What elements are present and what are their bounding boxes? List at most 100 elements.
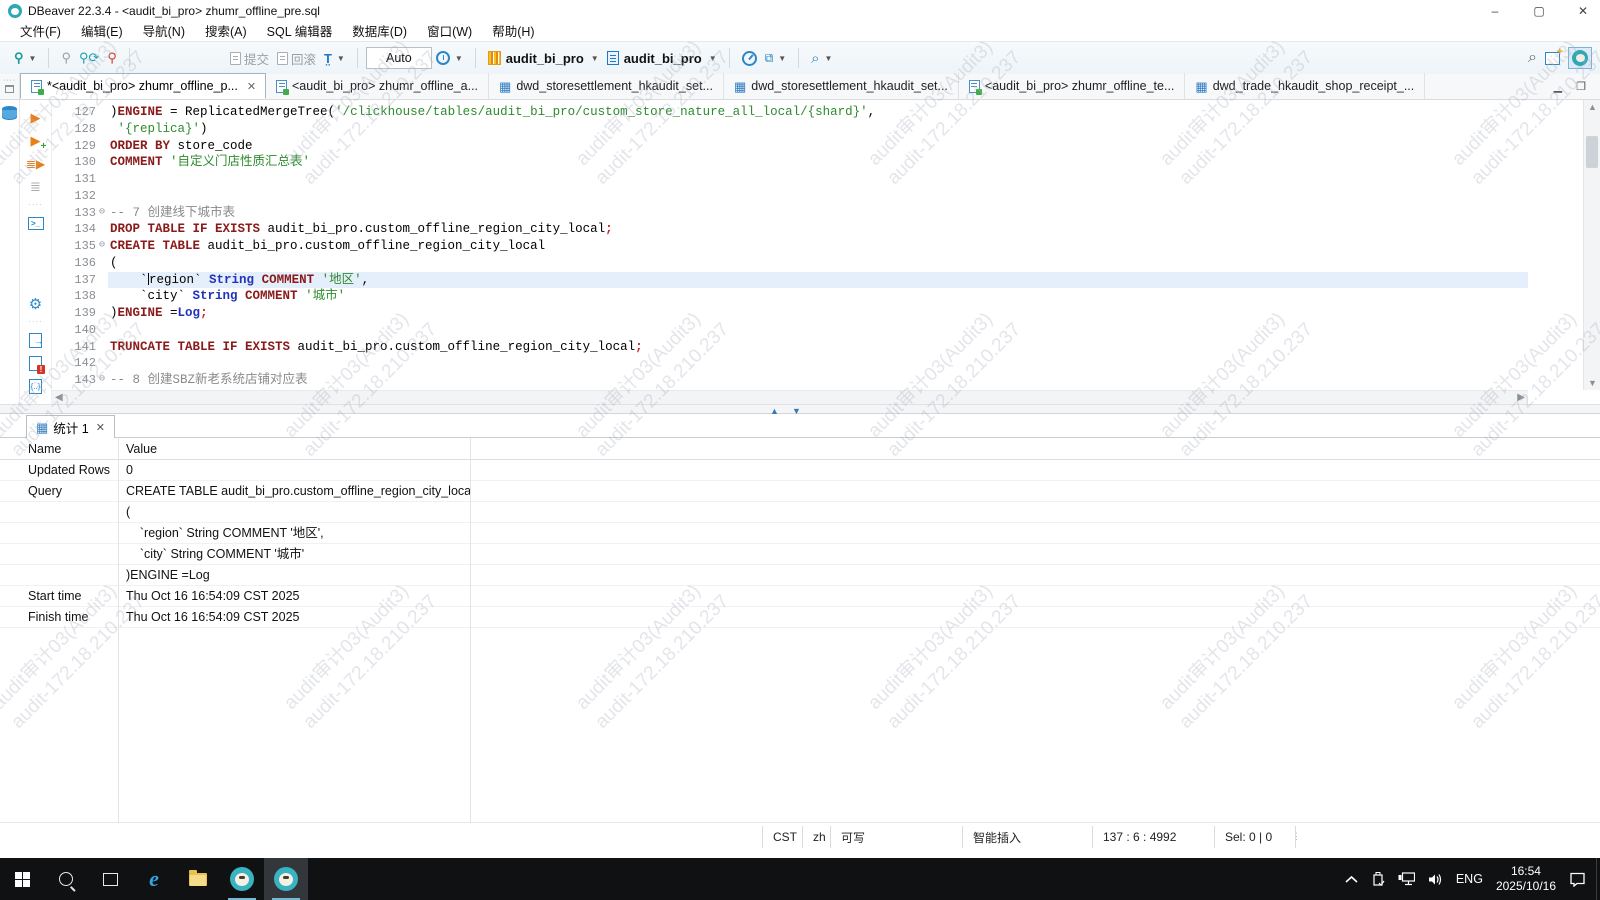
start-button[interactable] <box>0 858 44 900</box>
tab-statistics[interactable]: ▦ 统计 1 ✕ <box>26 415 115 438</box>
taskbar-clock[interactable]: 16:54 2025/10/16 <box>1496 864 1556 894</box>
close-icon[interactable]: ✕ <box>247 80 256 93</box>
status-item-4[interactable]: 137 : 6 : 4992 <box>1092 826 1214 848</box>
dbeaver-taskbar-button-active[interactable] <box>264 858 308 900</box>
scroll-down-icon[interactable]: ▼ <box>1584 378 1600 388</box>
transaction-log-button[interactable]: ▼ <box>432 49 467 67</box>
scroll-right-icon[interactable]: ▶ <box>1517 392 1525 403</box>
menu-item-3[interactable]: 搜索(A) <box>195 22 257 42</box>
close-icon[interactable]: ✕ <box>96 421 105 434</box>
open-perspective-icon[interactable] <box>1545 52 1560 65</box>
editor-tab-5[interactable]: ▦dwd_trade_hkaudit_shop_receipt_... <box>1185 73 1425 99</box>
new-connection-button[interactable]: ⚲▼ <box>10 48 40 68</box>
status-item-3[interactable]: 智能插入 <box>962 826 1092 848</box>
database-selector[interactable]: audit_bi_pro▼ <box>484 49 603 68</box>
volume-icon[interactable] <box>1428 873 1443 886</box>
commit-mode-auto-button[interactable]: Auto <box>366 47 432 69</box>
editor-tab-4[interactable]: <audit_bi_pro> zhumr_offline_te... <box>959 73 1185 99</box>
maximize-button[interactable]: ▢ <box>1532 4 1546 18</box>
explain-plan-button[interactable]: ≣ <box>25 177 47 197</box>
fold-collapse-icon[interactable]: ⊖ <box>96 372 108 389</box>
dbeaver-icon <box>274 867 298 891</box>
editor-tab-2[interactable]: ▦dwd_storesettlement_hkaudit_set... <box>489 73 724 99</box>
action-center-icon[interactable] <box>1569 872 1586 887</box>
sql-search-button[interactable]: ⌕▼ <box>807 48 836 69</box>
minimize-button[interactable]: – <box>1488 4 1502 18</box>
dbeaver-perspective-button[interactable] <box>1568 47 1592 69</box>
schema-selector[interactable]: audit_bi_pro▼ <box>603 49 721 68</box>
usb-device-icon[interactable] <box>1371 872 1385 887</box>
file-explorer-button[interactable] <box>176 858 220 900</box>
execute-statement-button[interactable]: ▶ <box>25 108 47 128</box>
search-icon <box>59 872 73 886</box>
database-navigator-icon[interactable] <box>2 106 17 120</box>
dashboard-button[interactable] <box>738 49 761 68</box>
menu-item-2[interactable]: 导航(N) <box>133 22 195 42</box>
stats-row[interactable]: Updated Rows0 <box>0 460 1600 481</box>
tray-expand-chevron-icon[interactable] <box>1345 875 1358 884</box>
fold-gutter <box>96 154 108 171</box>
minimize-editor-icon[interactable]: ▁ <box>1554 80 1562 93</box>
dbeaver-taskbar-button[interactable] <box>220 858 264 900</box>
reconnect-button[interactable]: ⚲⟳ <box>75 48 103 68</box>
chevron-down-icon: ▼ <box>825 54 833 63</box>
open-console-button[interactable]: >_ <box>25 213 47 233</box>
stats-row[interactable]: Start timeThu Oct 16 16:54:09 CST 2025 <box>0 586 1600 607</box>
transaction-mode-button[interactable]: T̤▼ <box>320 49 349 68</box>
task-view-button[interactable] <box>88 858 132 900</box>
disconnect-button[interactable]: ⚲ <box>103 48 121 68</box>
menu-item-5[interactable]: 数据库(D) <box>342 22 417 42</box>
quick-access-search-icon[interactable]: ⌕ <box>1528 49 1537 67</box>
validate-script-button[interactable] <box>25 353 47 373</box>
editor-tab-0[interactable]: *<audit_bi_pro> zhumr_offline_p...✕ <box>20 73 266 99</box>
stats-row[interactable]: )ENGINE =Log <box>0 565 1600 586</box>
menu-item-0[interactable]: 文件(F) <box>10 22 71 42</box>
status-item-5[interactable]: Sel: 0 | 0 <box>1214 826 1296 848</box>
status-item-0[interactable]: CST <box>762 826 802 848</box>
network-icon[interactable] <box>1398 872 1415 886</box>
horizontal-scrollbar[interactable]: ◀ ▶ <box>52 390 1528 404</box>
menu-item-1[interactable]: 编辑(E) <box>71 22 133 42</box>
scroll-left-icon[interactable]: ◀ <box>55 392 63 403</box>
stats-row[interactable]: Finish timeThu Oct 16 16:54:09 CST 2025 <box>0 607 1600 628</box>
menu-item-7[interactable]: 帮助(H) <box>482 22 544 42</box>
vertical-scrollbar[interactable]: ▲ ▼ <box>1583 100 1600 390</box>
export-resultset-button[interactable] <box>25 330 47 350</box>
stats-row[interactable]: `region` String COMMENT '地区', <box>0 523 1600 544</box>
menu-item-6[interactable]: 窗口(W) <box>417 22 482 42</box>
panel-splitter[interactable]: ▲ ▼ <box>0 404 1600 414</box>
stats-row[interactable]: `city` String COMMENT '城市' <box>0 544 1600 565</box>
editor-settings-button[interactable]: ⚙ <box>25 294 47 314</box>
stats-value-cell: `city` String COMMENT '城市' <box>118 544 470 564</box>
commit-button[interactable]: 提交 <box>226 47 273 70</box>
fold-collapse-icon[interactable]: ⊖ <box>96 238 108 255</box>
code-line-137: 137 `region` String COMMENT '地区', <box>52 272 1528 289</box>
execute-in-new-tab-button[interactable]: ▶ <box>25 131 47 151</box>
templates-button[interactable]: {..} <box>25 376 47 396</box>
maximize-editor-icon[interactable]: ❐ <box>1576 80 1586 93</box>
taskbar-search-button[interactable] <box>44 858 88 900</box>
show-desktop-button[interactable] <box>1596 858 1600 900</box>
code-area[interactable]: 127)ENGINE = ReplicatedMergeTree('/click… <box>52 100 1528 390</box>
input-language-indicator[interactable]: ENG <box>1456 872 1483 886</box>
execute-script-button[interactable]: ≣▶ <box>25 154 47 174</box>
fold-collapse-icon[interactable]: ⊖ <box>96 205 108 222</box>
compare-button[interactable]: ⧉̂▼ <box>761 49 791 68</box>
close-button[interactable]: ✕ <box>1576 4 1590 18</box>
stats-row[interactable]: QueryCREATE TABLE audit_bi_pro.custom_of… <box>0 481 1600 502</box>
column-divider[interactable] <box>470 438 471 822</box>
editor-tab-3[interactable]: ▦dwd_storesettlement_hkaudit_set... <box>724 73 959 99</box>
editor-tab-1[interactable]: <audit_bi_pro> zhumr_offline_a... <box>266 73 489 99</box>
menu-item-4[interactable]: SQL 编辑器 <box>257 22 343 42</box>
connect-button[interactable]: ⚲ <box>57 48 75 68</box>
stats-row[interactable]: ( <box>0 502 1600 523</box>
internet-explorer-button[interactable]: e <box>132 858 176 900</box>
scroll-up-icon[interactable]: ▲ <box>1584 102 1600 112</box>
status-item-1[interactable]: zh <box>802 826 830 848</box>
column-divider[interactable] <box>118 438 119 822</box>
line-number: 140 <box>52 322 96 339</box>
status-item-2[interactable]: 可写 <box>830 826 962 848</box>
collapsed-navigator-rail[interactable]: ···· <box>0 73 20 99</box>
rollback-button[interactable]: 回滚 <box>273 47 320 70</box>
vertical-scroll-thumb[interactable] <box>1586 136 1598 168</box>
